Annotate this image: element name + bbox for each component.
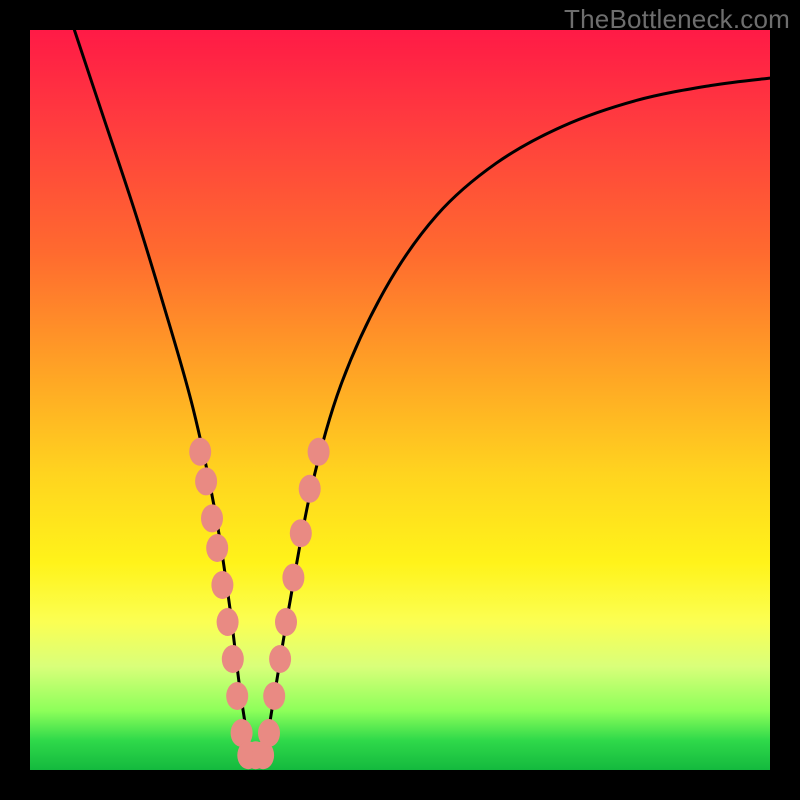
marker-dot <box>299 475 321 503</box>
marker-dot <box>290 519 312 547</box>
marker-dot <box>217 608 239 636</box>
bottleneck-curve <box>74 30 770 763</box>
marker-dot <box>308 438 330 466</box>
marker-dot <box>226 682 248 710</box>
marker-dot <box>189 438 211 466</box>
marker-dot <box>211 571 233 599</box>
curve-markers <box>189 438 329 769</box>
marker-dot <box>206 534 228 562</box>
marker-dot <box>275 608 297 636</box>
marker-dot <box>222 645 244 673</box>
marker-dot <box>263 682 285 710</box>
marker-dot <box>282 564 304 592</box>
marker-dot <box>195 467 217 495</box>
chart-frame: TheBottleneck.com <box>0 0 800 800</box>
marker-dot <box>258 719 280 747</box>
chart-svg <box>30 30 770 770</box>
marker-dot <box>269 645 291 673</box>
marker-dot <box>201 504 223 532</box>
plot-area <box>30 30 770 770</box>
